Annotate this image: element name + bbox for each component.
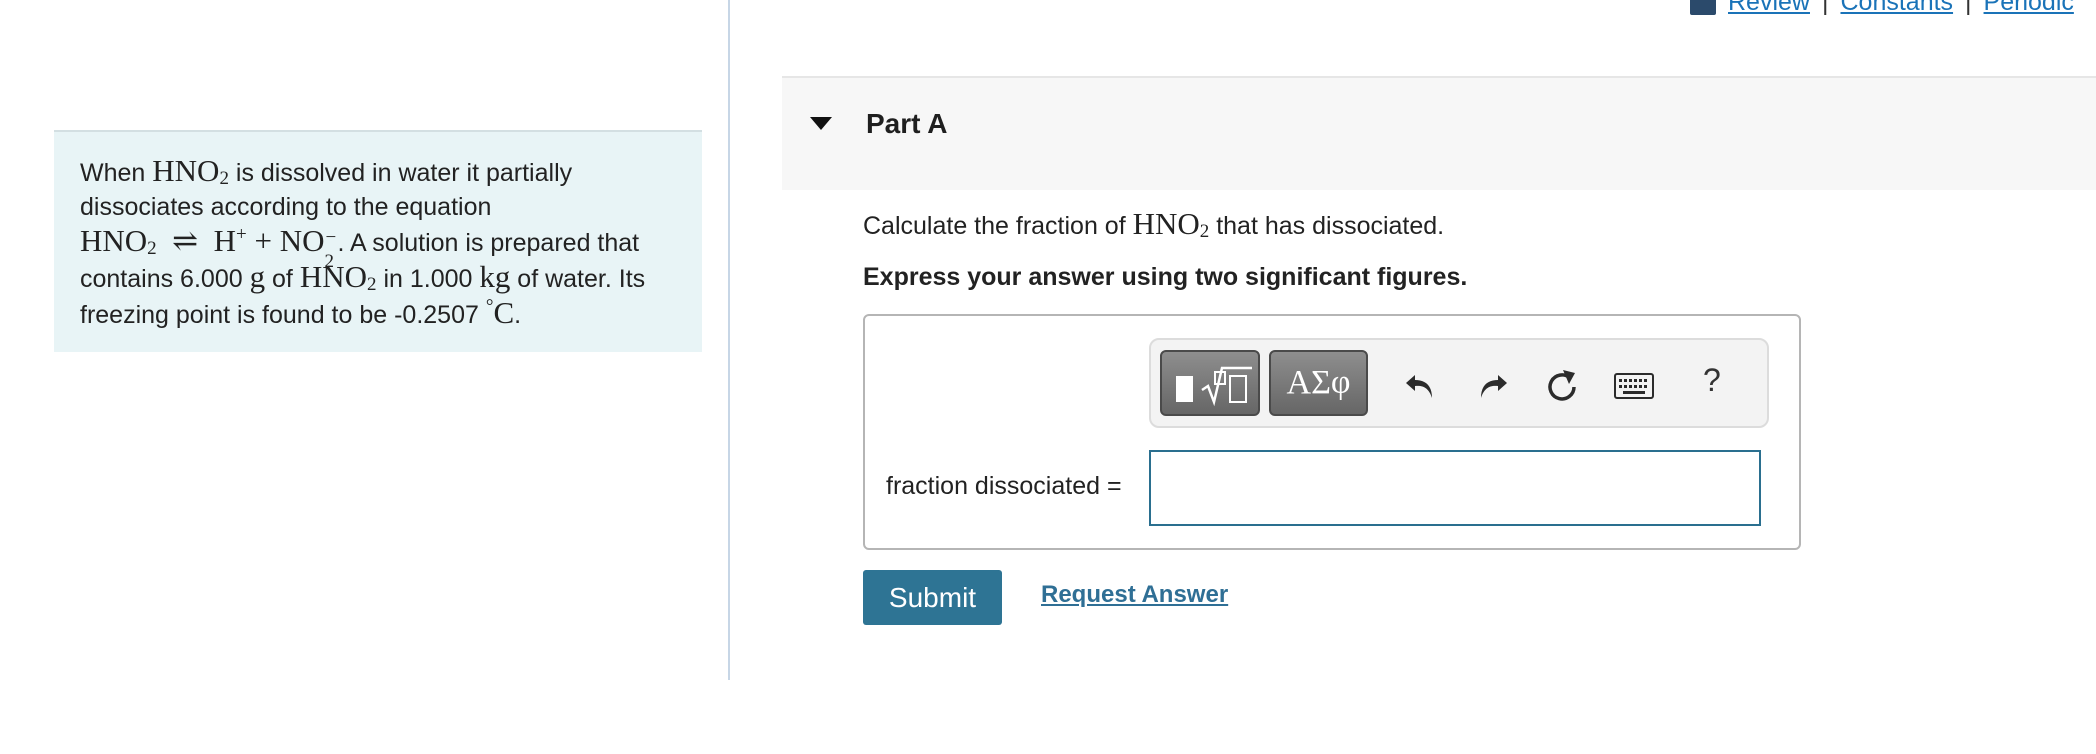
problem-intro: When HNO2 is dissolved in water it parti… — [54, 130, 702, 352]
keyboard-icon[interactable] — [1614, 373, 1654, 399]
template-block-icon — [1176, 376, 1193, 402]
reset-icon[interactable] — [1544, 367, 1580, 403]
link-separator: | — [1965, 0, 1972, 16]
part-a-header[interactable]: Part A — [782, 76, 2096, 190]
answer-area: ΑΣφ ? fraction dissociated = — [863, 314, 1801, 550]
templates-button[interactable] — [1160, 350, 1260, 416]
answer-instruction: Express your answer using two significan… — [863, 263, 1468, 291]
part-title: Part A — [866, 108, 948, 139]
redo-icon[interactable] — [1474, 367, 1510, 403]
answer-label: fraction dissociated = — [886, 472, 1122, 500]
math-toolbar: ΑΣφ ? — [1149, 338, 1769, 428]
collapse-caret-icon[interactable] — [810, 117, 832, 130]
help-button[interactable]: ? — [1703, 362, 1721, 399]
intro-text: When HNO2 is dissolved in water it parti… — [80, 153, 646, 330]
review-link[interactable]: Review — [1728, 0, 1810, 17]
resource-links: Review | Constants | Periodic — [1690, 0, 2074, 17]
greek-symbols-button[interactable]: ΑΣφ — [1269, 350, 1368, 416]
constants-link[interactable]: Constants — [1840, 0, 1953, 17]
question-text: Calculate the fraction of HNO2 that has … — [863, 206, 1445, 242]
request-answer-link[interactable]: Request Answer — [1041, 581, 1228, 609]
sqrt-template-icon — [1201, 366, 1252, 407]
book-icon — [1690, 0, 1716, 15]
periodic-table-link[interactable]: Periodic — [1984, 0, 2074, 17]
answer-input[interactable] — [1149, 450, 1761, 526]
column-divider — [728, 0, 730, 680]
submit-button[interactable]: Submit — [863, 570, 1002, 625]
link-separator: | — [1821, 0, 1829, 16]
undo-icon[interactable] — [1403, 367, 1439, 403]
